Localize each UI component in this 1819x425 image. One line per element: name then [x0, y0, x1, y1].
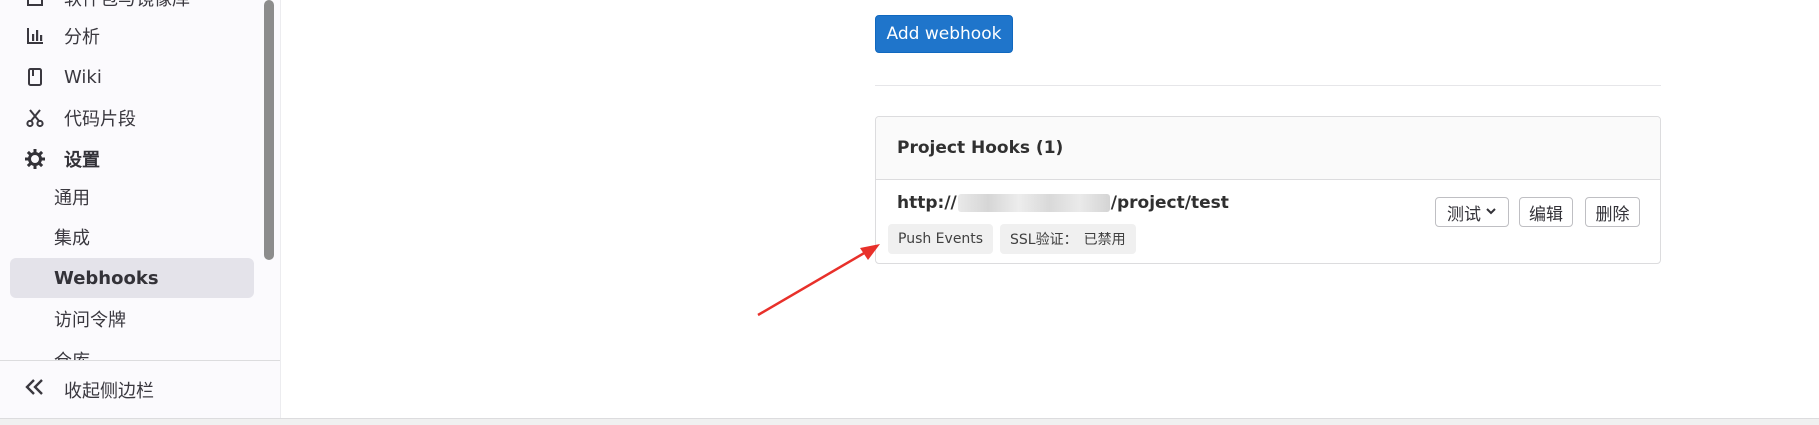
sidebar-item-general[interactable]: 通用 — [10, 177, 254, 217]
section-divider — [875, 85, 1661, 86]
hook-url: http:// /project/test — [897, 193, 1229, 213]
hook-url-prefix: http:// — [897, 193, 957, 213]
sidebar-item-access-tokens[interactable]: 访问令牌 — [10, 299, 254, 339]
ssl-value: 已禁用 — [1083, 232, 1126, 248]
project-hooks-card: Project Hooks (1) http:// /project/test … — [875, 116, 1661, 264]
sidebar-item-label: 软件包与镜像库 — [64, 0, 190, 11]
sidebar-scrollbar[interactable] — [264, 0, 274, 260]
double-chevron-left-icon — [24, 377, 46, 403]
chevron-down-icon — [1485, 205, 1497, 219]
sidebar-item-label: 通用 — [54, 188, 90, 209]
sidebar-item-label: Wiki — [64, 66, 102, 88]
test-hook-dropdown[interactable]: 测试 — [1435, 197, 1509, 227]
sidebar-item-label: 代码片段 — [64, 109, 136, 130]
sidebar-item-label: 分析 — [64, 27, 100, 48]
sidebar-item-snippets[interactable]: 代码片段 — [10, 98, 254, 138]
project-hooks-header: Project Hooks (1) — [876, 117, 1660, 180]
hook-url-suffix: /project/test — [1110, 193, 1229, 213]
sidebar-item-integrations[interactable]: 集成 — [10, 217, 254, 257]
test-hook-label: 测试 — [1447, 204, 1481, 225]
sidebar-item-label: Webhooks — [54, 267, 159, 289]
package-icon — [24, 0, 46, 9]
book-icon — [24, 66, 46, 88]
sidebar-item-label: 集成 — [54, 228, 90, 249]
sidebar-item-label: 访问令牌 — [54, 310, 126, 331]
chart-icon — [24, 25, 46, 47]
collapse-sidebar-button[interactable]: 收起侧边栏 — [0, 360, 280, 418]
sidebar: 软件包与镜像库 分析 Wiki 代码片段 — [0, 0, 281, 418]
sidebar-item-analytics[interactable]: 分析 — [10, 16, 254, 56]
gear-icon — [24, 148, 46, 170]
add-webhook-button[interactable]: Add webhook — [875, 15, 1013, 53]
sidebar-item-wiki[interactable]: Wiki — [10, 57, 254, 97]
redacted-host-blur — [957, 194, 1110, 212]
ssl-verification-badge: SSL验证： 已禁用 — [1000, 224, 1136, 254]
sidebar-item-webhooks[interactable]: Webhooks — [10, 258, 254, 298]
scissors-icon — [24, 107, 46, 129]
ssl-label: SSL验证： — [1010, 232, 1078, 248]
collapse-sidebar-label: 收起侧边栏 — [64, 381, 154, 402]
sidebar-item-label: 设置 — [64, 150, 100, 171]
edit-hook-button[interactable]: 编辑 — [1519, 197, 1573, 227]
delete-hook-button[interactable]: 删除 — [1585, 197, 1640, 227]
push-events-badge: Push Events — [888, 224, 994, 254]
sidebar-item-settings[interactable]: 设置 — [10, 139, 254, 179]
